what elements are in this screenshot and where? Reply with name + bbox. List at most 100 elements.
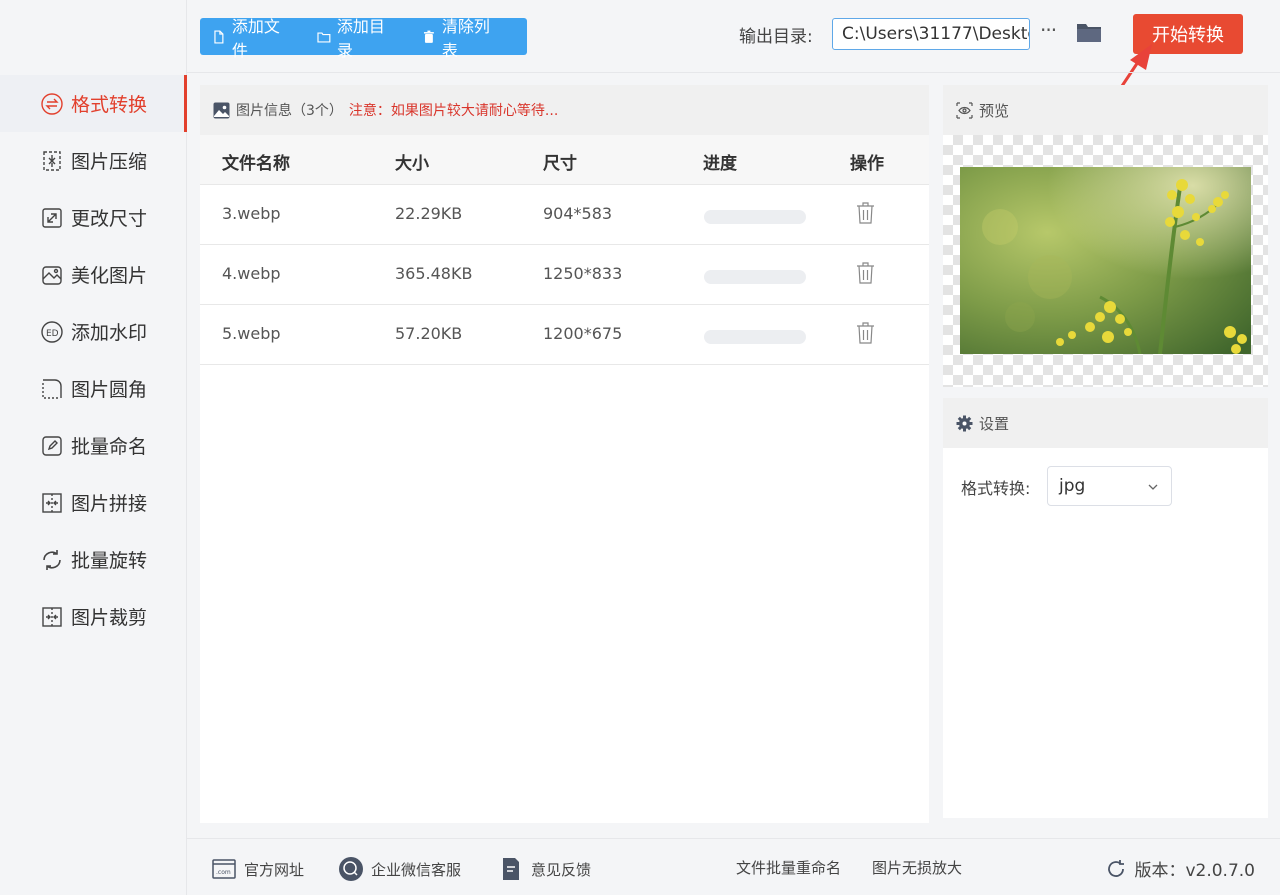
wechat-label: 企业微信客服 bbox=[371, 860, 462, 879]
gear-icon bbox=[956, 415, 973, 431]
preview-image bbox=[960, 167, 1251, 354]
column-progress: 进度 bbox=[703, 154, 737, 174]
website-label: 官方网址 bbox=[244, 860, 305, 879]
batch-rename-link[interactable]: 文件批量重命名 bbox=[736, 857, 841, 878]
beautify-icon bbox=[40, 263, 64, 287]
folder-outline-icon bbox=[317, 31, 331, 43]
file-dimension: 1200*675 bbox=[543, 324, 623, 343]
format-select-value: jpg bbox=[1059, 476, 1086, 496]
sidebar-item-rename[interactable]: 批量命名 bbox=[0, 417, 187, 474]
file-toolbar: 添加文件 添加目录 清除列表 bbox=[200, 17, 527, 60]
sidebar-item-beautify[interactable]: 美化图片 bbox=[0, 246, 187, 303]
clear-list-label: 清除列表 bbox=[441, 16, 490, 60]
large-file-warning: 注意：如果图片较大请耐心等待... bbox=[348, 103, 559, 119]
trash-icon bbox=[423, 30, 434, 43]
file-name: 4.webp bbox=[222, 264, 281, 283]
more-button[interactable]: ··· bbox=[1040, 18, 1057, 42]
file-size: 57.20KB bbox=[395, 324, 463, 343]
output-dir-input[interactable]: C:\Users\31177\Deskto bbox=[832, 18, 1030, 50]
output-dir-value: C:\Users\31177\Deskto bbox=[842, 24, 1030, 44]
sidebar-item-round-corner[interactable]: 图片圆角 bbox=[0, 360, 187, 417]
settings-header: 设置 bbox=[943, 398, 1268, 448]
upscale-label: 图片无损放大 bbox=[872, 859, 963, 877]
sidebar-item-format-convert[interactable]: 格式转换 bbox=[0, 75, 187, 132]
file-list-panel: 图片信息（3个） 注意：如果图片较大请耐心等待... 文件名称 大小 尺寸 进度… bbox=[200, 85, 929, 823]
file-name: 5.webp bbox=[222, 324, 281, 343]
version-label: 版本：v2.0.7.0 bbox=[1134, 861, 1255, 881]
format-select[interactable]: jpg bbox=[1047, 466, 1172, 506]
website-link[interactable]: .com 官方网址 bbox=[212, 857, 304, 881]
add-file-button[interactable]: 添加文件 bbox=[212, 13, 295, 61]
sidebar-item-label: 更改尺寸 bbox=[71, 208, 148, 230]
file-size: 365.48KB bbox=[395, 264, 473, 283]
rename-icon bbox=[40, 434, 64, 458]
sidebar-item-label: 图片压缩 bbox=[71, 151, 148, 173]
delete-icon[interactable] bbox=[856, 261, 875, 285]
table-header: 文件名称 大小 尺寸 进度 操作 bbox=[200, 135, 929, 185]
wechat-service-link[interactable]: 企业微信客服 bbox=[339, 857, 461, 881]
watermark-icon: ED bbox=[40, 320, 64, 344]
output-dir-label: 输出目录: bbox=[739, 27, 813, 47]
file-dimension: 1250*833 bbox=[543, 264, 623, 283]
file-size: 22.29KB bbox=[395, 204, 463, 223]
crop-icon bbox=[40, 605, 64, 629]
sidebar-item-label: 图片裁剪 bbox=[71, 607, 148, 629]
sidebar-item-merge[interactable]: 图片拼接 bbox=[0, 474, 187, 531]
sidebar-item-crop[interactable]: 图片裁剪 bbox=[0, 588, 187, 645]
footer: .com 官方网址 企业微信客服 意见反馈 文件批量重命名 图片无损放大 版本：… bbox=[187, 838, 1280, 895]
settings-panel: 设置 格式转换: jpg bbox=[943, 398, 1268, 818]
sidebar-item-label: 批量命名 bbox=[71, 436, 148, 458]
sidebar-item-resize[interactable]: 更改尺寸 bbox=[0, 189, 187, 246]
settings-title: 设置 bbox=[979, 414, 1010, 433]
add-file-label: 添加文件 bbox=[231, 16, 280, 60]
sidebar-item-label: 美化图片 bbox=[71, 265, 148, 287]
file-icon bbox=[214, 29, 224, 44]
column-size: 大小 bbox=[395, 154, 429, 174]
table-row[interactable]: 4.webp 365.48KB 1250*833 bbox=[200, 245, 929, 305]
version-info[interactable]: 版本：v2.0.7.0 bbox=[1106, 856, 1255, 881]
upscale-link[interactable]: 图片无损放大 bbox=[872, 857, 962, 878]
sidebar-item-rotate[interactable]: 批量旋转 bbox=[0, 531, 187, 588]
batch-rename-label: 文件批量重命名 bbox=[736, 859, 842, 877]
table-row[interactable]: 5.webp 57.20KB 1200*675 bbox=[200, 305, 929, 365]
progress-bar bbox=[704, 330, 806, 344]
preview-canvas bbox=[943, 135, 1268, 387]
image-icon bbox=[213, 102, 230, 118]
feedback-link[interactable]: 意见反馈 bbox=[499, 857, 591, 881]
delete-icon[interactable] bbox=[856, 321, 875, 345]
sidebar-item-label: 格式转换 bbox=[71, 94, 148, 116]
feedback-label: 意见反馈 bbox=[531, 860, 592, 879]
chevron-down-icon bbox=[1148, 484, 1158, 490]
svg-text:ED: ED bbox=[46, 329, 59, 339]
progress-bar bbox=[704, 210, 806, 224]
sidebar-item-label: 添加水印 bbox=[71, 322, 148, 344]
website-icon: .com bbox=[212, 859, 236, 879]
sidebar-item-compress[interactable]: 图片压缩 bbox=[0, 132, 187, 189]
sidebar-item-label: 图片圆角 bbox=[71, 379, 148, 401]
folder-icon[interactable] bbox=[1076, 20, 1102, 44]
clear-list-button[interactable]: 清除列表 bbox=[422, 13, 505, 61]
preview-title: 预览 bbox=[979, 101, 1010, 120]
sidebar-item-watermark[interactable]: ED 添加水印 bbox=[0, 303, 187, 360]
delete-icon[interactable] bbox=[856, 201, 875, 225]
format-label: 格式转换: bbox=[961, 479, 1031, 498]
table-row[interactable]: 3.webp 22.29KB 904*583 bbox=[200, 185, 929, 245]
preview-header: 预览 bbox=[943, 85, 1268, 135]
file-count-title: 图片信息（3个） bbox=[236, 103, 343, 119]
sidebar: 格式转换 图片压缩 更改尺寸 美化图片 ED 添加水印 图片圆角 批量命名 图片… bbox=[0, 0, 187, 895]
merge-icon bbox=[40, 491, 64, 515]
progress-bar bbox=[704, 270, 806, 284]
sidebar-item-label: 批量旋转 bbox=[71, 550, 148, 572]
column-name: 文件名称 bbox=[222, 154, 290, 174]
rotate-icon bbox=[40, 548, 64, 572]
add-dir-button[interactable]: 添加目录 bbox=[317, 13, 400, 61]
column-dimension: 尺寸 bbox=[543, 154, 577, 174]
column-action: 操作 bbox=[850, 154, 884, 174]
add-dir-label: 添加目录 bbox=[336, 16, 385, 60]
refresh-icon bbox=[1108, 859, 1125, 877]
preview-panel: 预览 bbox=[943, 85, 1268, 387]
eye-icon bbox=[956, 101, 973, 119]
file-list-header: 图片信息（3个） 注意：如果图片较大请耐心等待... bbox=[200, 85, 929, 135]
file-dimension: 904*583 bbox=[543, 204, 613, 223]
round-corner-icon bbox=[40, 377, 64, 401]
